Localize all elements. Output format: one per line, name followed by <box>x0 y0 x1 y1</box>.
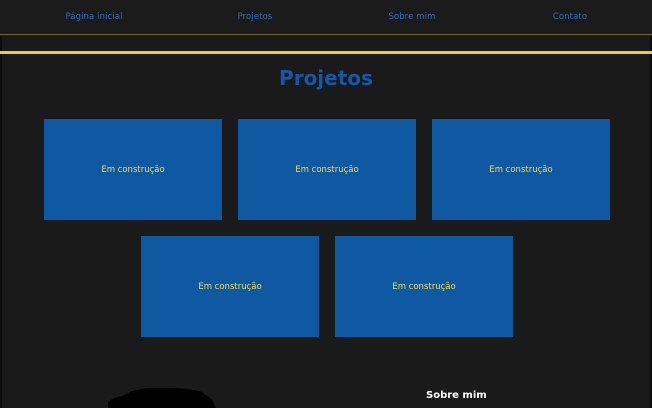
page-border-left <box>0 0 2 408</box>
project-card-label: Em construção <box>392 281 456 292</box>
nav-link-contact[interactable]: Contato <box>553 12 587 22</box>
project-card-label: Em construção <box>489 164 553 175</box>
about-photo-silhouette <box>108 388 216 408</box>
project-card-2[interactable]: Em construção <box>238 119 416 220</box>
nav-link-projects[interactable]: Projetos <box>238 12 273 22</box>
project-card-4[interactable]: Em construção <box>141 236 319 337</box>
project-card-1[interactable]: Em construção <box>44 119 222 220</box>
nav-link-about[interactable]: Sobre mim <box>388 12 435 22</box>
project-card-5[interactable]: Em construção <box>335 236 513 337</box>
navbar-divider <box>0 34 652 35</box>
about-heading: Sobre mim <box>426 390 487 401</box>
top-navbar: Página inicial Projetos Sobre mim Contat… <box>0 0 652 36</box>
accent-divider <box>0 51 652 54</box>
project-card-label: Em construção <box>101 164 165 175</box>
nav-link-home[interactable]: Página inicial <box>65 12 122 22</box>
project-card-label: Em construção <box>295 164 359 175</box>
projects-title: Projetos <box>279 66 373 90</box>
project-card-3[interactable]: Em construção <box>432 119 610 220</box>
project-card-label: Em construção <box>198 281 262 292</box>
